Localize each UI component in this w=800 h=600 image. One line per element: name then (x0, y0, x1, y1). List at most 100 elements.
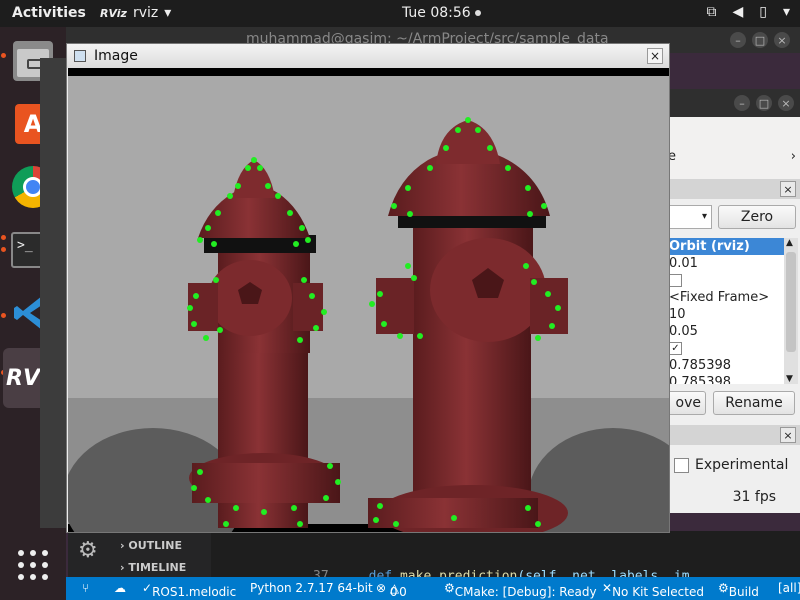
window-icon (74, 50, 86, 62)
network-icon: ⧉ (706, 4, 717, 20)
property-value: Orbit (rviz) (669, 239, 750, 254)
running-indicator (1, 313, 6, 318)
top-bar: Activities RViz rviz ▾ Tue 08:56 ⧉ ◀ ▯ ▾ (0, 0, 800, 27)
keypoint-dot (531, 279, 537, 285)
clock[interactable]: Tue 08:56 (402, 5, 481, 21)
minimize-icon[interactable]: – (730, 32, 746, 48)
maximize-icon[interactable]: □ (752, 32, 768, 48)
keypoint-dot (475, 127, 481, 133)
scroll-up-icon[interactable]: ▲ (786, 238, 793, 248)
clock-text: Tue 08:56 (402, 5, 471, 21)
keypoint-dot (555, 305, 561, 311)
fps-readout: 31 fps (732, 489, 776, 505)
keypoint-dot (217, 327, 223, 333)
keypoint-dot (377, 291, 383, 297)
property-checkbox[interactable]: ✓ (669, 342, 682, 355)
system-tray[interactable]: ⧉ ◀ ▯ ▾ (706, 4, 790, 20)
keypoint-dot (505, 165, 511, 171)
chevron-down-icon: ▾ (164, 5, 172, 21)
keypoint-dot (369, 301, 375, 307)
sync-icon[interactable]: ☁ (114, 581, 126, 595)
experimental-checkbox[interactable] (674, 457, 689, 473)
keypoint-dot (377, 503, 383, 509)
app-name: rviz (132, 5, 159, 21)
keypoint-dot (323, 495, 329, 501)
build-button[interactable]: ⚙ Build (718, 581, 759, 599)
problems-status[interactable]: ⊗ 0 △ 0 (376, 581, 407, 599)
close-icon[interactable]: × (774, 32, 790, 48)
keypoint-dot (257, 165, 263, 171)
property-row[interactable]: 0.785398 (668, 357, 784, 374)
keypoint-dot (261, 509, 267, 515)
keypoint-dot (291, 505, 297, 511)
activities-button[interactable]: Activities (12, 5, 86, 21)
timeline-section[interactable]: › TIMELINE (120, 561, 186, 574)
rviz-window-buttons: – □ × (734, 95, 794, 111)
vscode-editor[interactable]: 37def make_prediction(self, net, labels,… (211, 531, 800, 584)
keypoint-dot (487, 145, 493, 151)
chevron-right-icon[interactable]: › (791, 149, 796, 164)
cmake-text: CMake: [Debug]: Ready (454, 585, 597, 599)
build-text: Build (728, 585, 759, 599)
cmake-status[interactable]: ⚙ CMake: [Debug]: Ready (444, 581, 597, 599)
keypoint-dot (451, 515, 457, 521)
app-menu[interactable]: RViz rviz ▾ (100, 5, 171, 21)
keypoint-dot (393, 521, 399, 527)
keypoint-dot (191, 321, 197, 327)
property-row[interactable]: <Fixed Frame> (668, 289, 784, 306)
ros-status[interactable]: ✓ ROS1.melodic (142, 581, 236, 599)
property-row[interactable]: ✓ (668, 340, 784, 357)
build-target[interactable]: [all] (778, 581, 800, 595)
property-row[interactable]: 0.05 (668, 323, 784, 340)
property-checkbox[interactable] (669, 274, 682, 287)
keypoint-dot (455, 127, 461, 133)
properties-scrollbar[interactable]: ▲ ▼ (784, 238, 798, 384)
keypoint-dot (373, 517, 379, 523)
app-grid-icon (18, 550, 48, 580)
keypoint-dot (245, 165, 251, 171)
property-row[interactable] (668, 272, 784, 289)
zero-button[interactable]: Zero (718, 205, 796, 229)
experimental-toggle[interactable]: Experimental (674, 457, 788, 473)
property-row[interactable]: 0.01 (668, 255, 784, 272)
minimize-icon[interactable]: – (734, 95, 750, 111)
vscode-statusbar: ⑂ ☁ ✓ ROS1.melodic Python 2.7.17 64-bit … (66, 577, 800, 600)
property-row[interactable]: Orbit (rviz) (668, 238, 784, 255)
image-window-titlebar[interactable]: Image × (67, 44, 669, 68)
property-row[interactable]: 0.785398 (668, 374, 784, 384)
keypoint-dot (197, 237, 203, 243)
keypoint-dot (321, 309, 327, 315)
keypoint-dot (213, 277, 219, 283)
rename-button[interactable]: Rename (713, 391, 795, 415)
keypoint-dot (405, 185, 411, 191)
show-applications-button[interactable] (9, 541, 57, 589)
volume-icon: ◀ (732, 4, 744, 20)
outline-label: OUTLINE (128, 539, 182, 552)
kit-selector[interactable]: ✕ No Kit Selected (602, 581, 704, 599)
error-count: 0 (389, 585, 398, 599)
settings-gear-icon[interactable]: ⚙ (78, 538, 98, 563)
outline-section[interactable]: › OUTLINE (120, 539, 182, 552)
keypoint-dot (187, 305, 193, 311)
keypoint-dot (527, 211, 533, 217)
terminal-window-buttons: – □ × (730, 32, 790, 48)
time-panel-header: × (668, 425, 800, 445)
remove-button[interactable]: ove (668, 391, 706, 415)
keypoint-dot (541, 203, 547, 209)
source-control-icon[interactable]: ⑂ (82, 581, 89, 595)
close-icon[interactable]: × (780, 427, 796, 443)
scrollbar-thumb[interactable] (786, 252, 796, 352)
keypoint-dot (205, 225, 211, 231)
maximize-icon[interactable]: □ (756, 95, 772, 111)
close-icon[interactable]: × (780, 181, 796, 197)
close-icon[interactable]: × (778, 95, 794, 111)
python-interpreter[interactable]: Python 2.7.17 64-bit (250, 581, 373, 595)
view-properties-table[interactable]: Orbit (rviz) 0.01 <Fixed Frame> 10 0.05 ✓ 0.78… (668, 238, 784, 384)
close-button[interactable]: × (647, 48, 663, 64)
scroll-down-icon[interactable]: ▼ (786, 374, 793, 384)
rviz-titlebar[interactable]: – □ × (668, 89, 800, 117)
view-type-select[interactable]: ▾ (668, 205, 712, 229)
property-row[interactable]: 10 (668, 306, 784, 323)
battery-icon: ▯ (759, 4, 767, 20)
keypoint-dot (407, 211, 413, 217)
